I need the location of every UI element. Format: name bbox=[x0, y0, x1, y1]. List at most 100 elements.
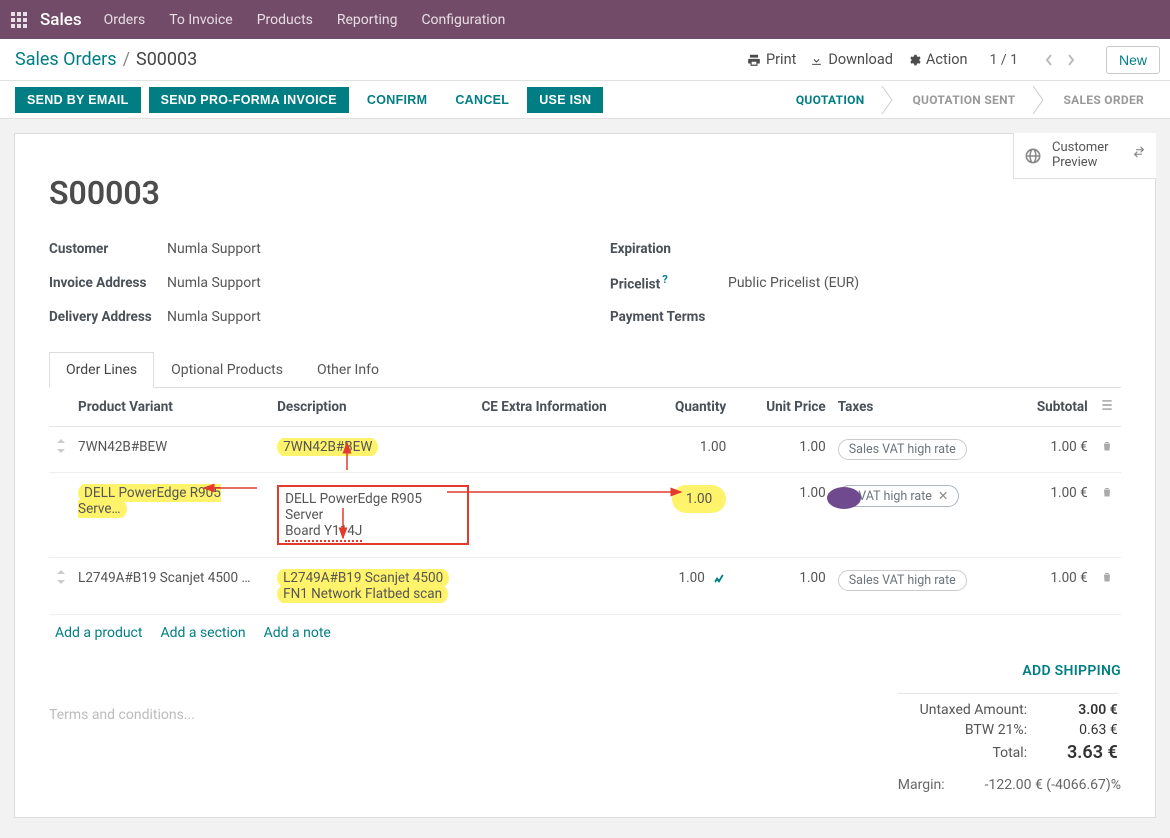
stage-sep-icon bbox=[880, 86, 896, 114]
add-shipping-button[interactable]: ADD SHIPPING bbox=[49, 663, 1121, 679]
chevron-left-icon bbox=[1044, 53, 1054, 67]
chevron-right-icon bbox=[1066, 53, 1076, 67]
margin-value: -122.00 € (-4066.67)% bbox=[985, 777, 1121, 793]
cell-qty[interactable]: 1.00 bbox=[633, 558, 733, 615]
nav-orders[interactable]: Orders bbox=[92, 0, 158, 39]
col-unit-price: Unit Price bbox=[732, 388, 832, 427]
nav-to-invoice[interactable]: To Invoice bbox=[157, 0, 245, 39]
order-lines-table: Product Variant Description CE Extra Inf… bbox=[49, 388, 1121, 615]
cell-subtotal: 1.00 € bbox=[1010, 473, 1094, 558]
pager-next[interactable] bbox=[1060, 49, 1082, 71]
tax-chip[interactable]: Sales VAT high rate bbox=[838, 439, 967, 460]
cell-extra[interactable] bbox=[475, 427, 632, 473]
drag-handle-icon[interactable] bbox=[49, 427, 72, 473]
cell-extra[interactable] bbox=[475, 473, 632, 558]
apps-icon[interactable] bbox=[4, 5, 34, 35]
col-description: Description bbox=[271, 388, 475, 427]
nav-configuration[interactable]: Configuration bbox=[409, 0, 517, 39]
customer-label: Customer bbox=[49, 241, 167, 257]
breadcrumb-separator: / bbox=[123, 49, 130, 70]
new-button[interactable]: New bbox=[1106, 46, 1160, 74]
send-email-button[interactable]: SEND BY EMAIL bbox=[15, 87, 141, 113]
remove-tax-icon[interactable]: ✕ bbox=[938, 488, 948, 504]
delete-row-button[interactable] bbox=[1094, 473, 1121, 558]
tab-optional-products[interactable]: Optional Products bbox=[154, 352, 300, 388]
form-area: Customer Preview S00003 Customer Numla S… bbox=[0, 119, 1170, 838]
col-taxes: Taxes bbox=[832, 388, 1010, 427]
btw-label: BTW 21%: bbox=[898, 722, 1027, 738]
use-isn-button[interactable]: USE ISN bbox=[527, 87, 603, 113]
pricelist-value[interactable]: Public Pricelist (EUR) bbox=[728, 275, 859, 291]
cell-qty[interactable]: 1.00 bbox=[633, 427, 733, 473]
gear-icon bbox=[907, 53, 921, 67]
tab-order-lines[interactable]: Order Lines bbox=[49, 352, 154, 388]
tax-chip[interactable]: s VAT high rate ✕ bbox=[838, 485, 960, 507]
drag-handle-icon[interactable] bbox=[49, 558, 72, 615]
col-product: Product Variant bbox=[72, 388, 271, 427]
nav-reporting[interactable]: Reporting bbox=[325, 0, 410, 39]
btw-value: 0.63 € bbox=[1045, 722, 1118, 738]
stage-quotation[interactable]: QUOTATION bbox=[780, 86, 881, 114]
add-note-link[interactable]: Add a note bbox=[264, 625, 331, 641]
total-value: 3.63 € bbox=[1045, 742, 1118, 763]
trash-icon bbox=[1101, 570, 1113, 584]
cell-product[interactable]: 7WN42B#BEW bbox=[78, 439, 256, 455]
delivery-address-value[interactable]: Numla Support bbox=[167, 309, 261, 325]
field-columns: Customer Numla Support Invoice Address N… bbox=[49, 232, 1121, 334]
pricelist-help-icon[interactable]: ? bbox=[662, 273, 667, 286]
add-product-link[interactable]: Add a product bbox=[55, 625, 142, 641]
record-title: S00003 bbox=[49, 174, 1121, 212]
app-name[interactable]: Sales bbox=[40, 10, 82, 30]
nav-products[interactable]: Products bbox=[245, 0, 325, 39]
cell-extra[interactable] bbox=[475, 558, 632, 615]
forecast-icon[interactable] bbox=[712, 572, 726, 584]
add-section-link[interactable]: Add a section bbox=[160, 625, 245, 641]
cancel-button[interactable]: CANCEL bbox=[445, 87, 519, 113]
cell-description[interactable]: 7WN42B#BEW bbox=[277, 437, 378, 457]
pager-prev[interactable] bbox=[1038, 49, 1060, 71]
tax-chip[interactable]: Sales VAT high rate bbox=[838, 570, 967, 591]
print-button[interactable]: Print bbox=[747, 51, 796, 68]
col-qty: Quantity bbox=[633, 388, 733, 427]
table-row[interactable]: L2749A#B19 Scanjet 4500 F… L2749A#B19 Sc… bbox=[49, 558, 1121, 615]
cell-unit-price[interactable]: 1.00 bbox=[732, 427, 832, 473]
trash-icon bbox=[1101, 439, 1113, 453]
download-button[interactable]: Download bbox=[810, 51, 893, 68]
confirm-button[interactable]: CONFIRM bbox=[357, 87, 437, 113]
stage-sep-icon bbox=[1031, 86, 1047, 114]
cell-unit-price[interactable]: 1.00 bbox=[732, 473, 832, 558]
order-lines-panel: Product Variant Description CE Extra Inf… bbox=[49, 388, 1121, 647]
untaxed-label: Untaxed Amount: bbox=[898, 702, 1027, 718]
action-button[interactable]: Action bbox=[907, 51, 968, 68]
cell-product[interactable]: L2749A#B19 Scanjet 4500 F… bbox=[78, 570, 256, 586]
table-row-editing[interactable]: DELL PowerEdge R905 Serve… DELL PowerEdg… bbox=[49, 473, 1121, 558]
stage-quotation-sent[interactable]: QUOTATION SENT bbox=[896, 86, 1031, 114]
stage-sales-order[interactable]: SALES ORDER bbox=[1047, 86, 1160, 114]
top-nav: Sales Orders To Invoice Products Reporti… bbox=[0, 0, 1170, 39]
tab-other-info[interactable]: Other Info bbox=[300, 352, 396, 388]
cell-product[interactable]: DELL PowerEdge R905 Serve… bbox=[78, 483, 221, 519]
customer-preview-button[interactable]: Customer Preview bbox=[1013, 133, 1156, 179]
invoice-address-value[interactable]: Numla Support bbox=[167, 275, 261, 291]
control-actions: Print Download Action 1 / 1 New bbox=[747, 46, 1160, 74]
cell-qty[interactable]: 1.00 bbox=[672, 485, 726, 513]
table-row[interactable]: 7WN42B#BEW 7WN42B#BEW 1.00 1.00 Sales VA… bbox=[49, 427, 1121, 473]
cell-description-editing[interactable]: DELL PowerEdge R905 Server Board Y114J bbox=[277, 485, 469, 545]
payment-terms-label: Payment Terms bbox=[610, 309, 728, 325]
totals: Untaxed Amount: 3.00 € BTW 21%: 0.63 € T… bbox=[898, 693, 1118, 763]
delete-row-button[interactable] bbox=[1094, 427, 1121, 473]
terms-input[interactable]: Terms and conditions... bbox=[49, 687, 858, 793]
col-options[interactable] bbox=[1094, 388, 1121, 427]
untaxed-value: 3.00 € bbox=[1045, 702, 1118, 718]
columns-icon bbox=[1100, 398, 1114, 412]
total-label: Total: bbox=[898, 745, 1027, 761]
cell-unit-price[interactable]: 1.00 bbox=[732, 558, 832, 615]
customer-preview-line1: Customer bbox=[1052, 141, 1109, 156]
cell-subtotal: 1.00 € bbox=[1010, 427, 1094, 473]
send-proforma-button[interactable]: SEND PRO-FORMA INVOICE bbox=[149, 87, 349, 113]
delete-row-button[interactable] bbox=[1094, 558, 1121, 615]
pricelist-label: Pricelist? bbox=[610, 273, 728, 293]
customer-value[interactable]: Numla Support bbox=[167, 241, 261, 257]
breadcrumb-current: S00003 bbox=[136, 49, 197, 70]
breadcrumb-root[interactable]: Sales Orders bbox=[15, 49, 117, 70]
